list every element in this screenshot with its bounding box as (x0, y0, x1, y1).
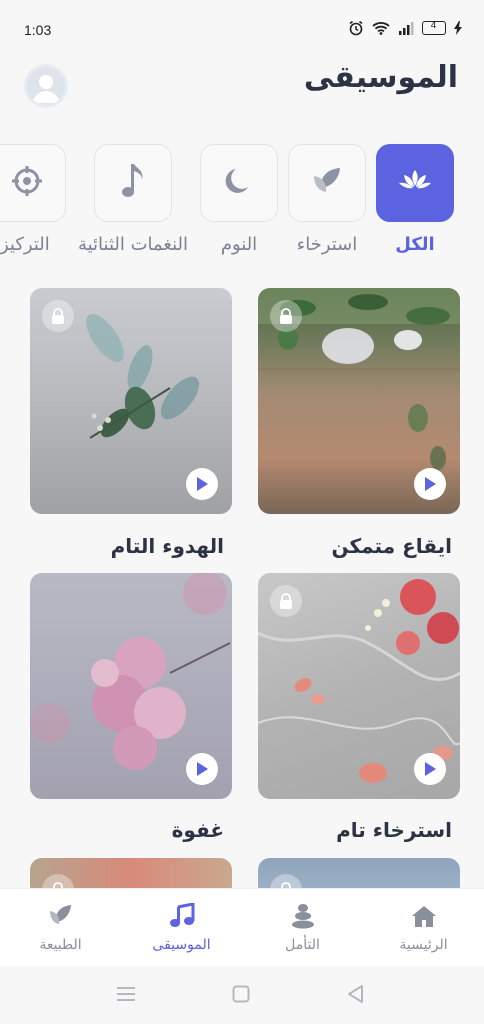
leaf-icon (48, 903, 74, 929)
track-title-3: استرخاء تام (336, 818, 452, 842)
category-label-sleep: النوم (220, 234, 258, 255)
nav-music[interactable]: الموسيقى (121, 889, 242, 967)
play-button[interactable] (186, 753, 218, 785)
lock-icon (270, 585, 302, 617)
category-binaural-button[interactable] (94, 144, 172, 222)
play-icon (425, 762, 436, 776)
header: الموسيقى (0, 44, 484, 134)
nav-music-label: الموسيقى (152, 937, 211, 953)
lock-icon (270, 300, 302, 332)
track-card-3[interactable] (258, 573, 460, 799)
page-title: الموسيقى (303, 60, 458, 95)
play-icon (197, 477, 208, 491)
category-label-binaural: النغمات الثنائية (77, 234, 189, 255)
category-focus-button[interactable] (0, 144, 66, 222)
moon-icon (222, 164, 256, 202)
track-title-1: ايقاع متمكن (331, 534, 452, 558)
home-square-icon[interactable] (232, 985, 250, 1007)
category-relax-button[interactable] (288, 144, 366, 222)
nav-home[interactable]: الرئيسية (363, 889, 484, 967)
track-card-1[interactable] (258, 288, 460, 514)
music-note-icon (118, 161, 148, 205)
wifi-icon (372, 21, 390, 35)
track-title-4: غفوة (171, 818, 224, 842)
nav-home-label: الرئيسية (399, 937, 448, 953)
charging-icon (454, 21, 462, 35)
category-all-button[interactable] (376, 144, 454, 222)
menu-icon[interactable] (116, 986, 136, 1006)
signal-icon (398, 21, 414, 35)
play-icon (425, 477, 436, 491)
leaf-icon (310, 164, 344, 202)
back-icon[interactable] (346, 984, 364, 1008)
stones-icon (290, 903, 316, 929)
status-icons: 4 (348, 20, 462, 36)
status-bar: 1:03 4 (0, 0, 484, 44)
alarm-icon (348, 20, 364, 36)
nav-meditation[interactable]: التأمل (242, 889, 363, 967)
lotus-icon (397, 166, 433, 200)
play-icon (197, 762, 208, 776)
play-button[interactable] (414, 753, 446, 785)
system-nav-bar (0, 966, 484, 1024)
nav-nature[interactable]: الطبيعة (0, 889, 121, 967)
status-time: 1:03 (24, 22, 52, 38)
track-title-2: الهدوء التام (110, 534, 224, 558)
nav-nature-label: الطبيعة (39, 937, 82, 953)
category-label-relax: استرخاء (296, 234, 358, 255)
bottom-nav: الرئيسية التأمل الموسيقى الطبيعة (0, 888, 484, 966)
music-icon (169, 903, 195, 929)
category-label-focus: التركيز (0, 234, 50, 255)
lock-icon (42, 300, 74, 332)
category-label-all: الكل (395, 234, 435, 255)
category-sleep-button[interactable] (200, 144, 278, 222)
nav-meditation-label: التأمل (285, 937, 320, 953)
category-list: الكل استرخاء النوم النغمات الثنائية التر… (0, 144, 484, 264)
track-card-4[interactable] (30, 573, 232, 799)
battery-level: 4 (430, 20, 437, 31)
play-button[interactable] (186, 468, 218, 500)
play-button[interactable] (414, 468, 446, 500)
user-icon (32, 75, 60, 103)
home-icon (411, 903, 437, 929)
avatar[interactable] (24, 64, 68, 108)
track-card-2[interactable] (30, 288, 232, 514)
battery-icon: 4 (422, 20, 446, 35)
target-icon (10, 164, 44, 202)
